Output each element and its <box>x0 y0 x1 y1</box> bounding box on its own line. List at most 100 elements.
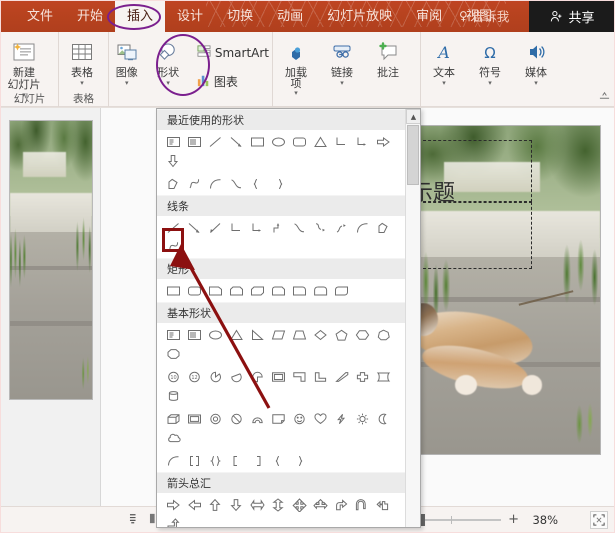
chevron-down-icon[interactable]: ▾ <box>166 80 170 87</box>
scroll-up-arrow-icon[interactable]: ▲ <box>406 109 420 124</box>
slide-thumbnail-pane[interactable] <box>1 108 101 508</box>
slide-canvas[interactable]: 示题 <box>413 125 601 455</box>
shape-curve3-icon[interactable] <box>331 218 352 237</box>
shapes-gallery-dropdown[interactable]: 最近使用的形状线条矩形基本形状1012箭头总汇公式形状流程图 ▲ <box>156 108 421 528</box>
chevron-down-icon[interactable]: ▾ <box>294 90 298 97</box>
shape-ellipse-icon[interactable] <box>205 325 226 344</box>
shape-smileyFace-icon[interactable] <box>289 409 310 428</box>
shape-freeform-icon[interactable] <box>163 174 184 193</box>
shape-arrow-icon[interactable] <box>226 132 247 151</box>
shape-lbrace-icon[interactable] <box>247 174 268 193</box>
shape-blockArc-icon[interactable] <box>247 409 268 428</box>
shape-sun-icon[interactable] <box>352 409 373 428</box>
zoom-slider-thumb[interactable] <box>421 514 426 526</box>
link-button[interactable]: 链接 ▾ <box>319 37 365 87</box>
shape-leftBracket-icon[interactable] <box>226 451 247 470</box>
shape-leftArrow-icon[interactable] <box>184 495 205 514</box>
shape-lightningBolt-icon[interactable] <box>331 409 352 428</box>
shape-corner-icon[interactable] <box>289 367 310 386</box>
shape-round1rect-icon[interactable] <box>289 281 310 300</box>
shape-heptagon-icon[interactable] <box>373 325 394 344</box>
ribbon-tab-0[interactable]: 文件 <box>15 1 65 32</box>
shape-rightarrow-icon[interactable] <box>373 132 394 151</box>
shape-triangle-icon[interactable] <box>310 132 331 151</box>
shape-bevel-icon[interactable] <box>184 409 205 428</box>
shape-rightBracket-icon[interactable] <box>247 451 268 470</box>
shape-arrow-icon[interactable] <box>184 218 205 237</box>
shapes-gallery-scrollbar[interactable]: ▲ <box>405 109 420 527</box>
chevron-down-icon[interactable]: ▾ <box>534 80 538 87</box>
shape-scribble-icon[interactable] <box>184 174 205 193</box>
shapes-button[interactable]: 形状 ▾ <box>150 37 185 87</box>
shape-upDownArrow-icon[interactable] <box>268 495 289 514</box>
shape-elbow2-icon[interactable] <box>352 132 373 151</box>
table-button[interactable]: 表格 ▾ <box>59 37 105 87</box>
shape-plaque-icon[interactable] <box>373 367 394 386</box>
shape-rightBrace-icon[interactable] <box>289 451 310 470</box>
text-button[interactable]: A 文本 ▾ <box>421 37 467 87</box>
shape-rbrace-icon[interactable] <box>268 174 289 193</box>
chevron-down-icon[interactable]: ▾ <box>125 80 129 87</box>
shape-lshape-icon[interactable] <box>310 367 331 386</box>
chevron-down-icon[interactable]: ▾ <box>80 80 84 87</box>
shape-curve2-icon[interactable] <box>310 218 331 237</box>
shape-bracePair-icon[interactable] <box>205 451 226 470</box>
shape-arc-icon[interactable] <box>205 174 226 193</box>
ribbon-tab-2[interactable]: 插入 <box>115 1 166 32</box>
shape-upArrow-icon[interactable] <box>205 495 226 514</box>
shape-bentArrow-icon[interactable] <box>331 495 352 514</box>
shape-rect-icon[interactable] <box>247 132 268 151</box>
shape-vtextbox-icon[interactable] <box>184 132 205 151</box>
shape-leftUpArrow-icon[interactable] <box>373 495 394 514</box>
images-button[interactable]: 图像 ▾ <box>109 37 144 87</box>
shape-line-icon[interactable] <box>205 132 226 151</box>
shape-trapezoid-icon[interactable] <box>289 325 310 344</box>
share-button[interactable]: 共享 <box>529 1 614 32</box>
shape-curve-icon[interactable] <box>289 218 310 237</box>
shape-hexagon-icon[interactable] <box>352 325 373 344</box>
shape-rightArrow-icon[interactable] <box>163 495 184 514</box>
shape-round2diagrect-icon[interactable] <box>331 281 352 300</box>
comment-button[interactable]: 批注 <box>365 37 411 79</box>
shape-textbox-icon[interactable] <box>163 132 184 151</box>
shape-quadArrow-icon[interactable] <box>289 495 310 514</box>
shape-textbox-icon[interactable] <box>163 325 184 344</box>
shape-snip2diagrect-icon[interactable] <box>247 281 268 300</box>
shape-dodecagon-icon[interactable]: 12 <box>184 367 205 386</box>
shape-octagon-icon[interactable] <box>163 344 184 363</box>
shape-elbow-icon[interactable] <box>331 132 352 151</box>
shape-snip2samerect-icon[interactable] <box>226 281 247 300</box>
shape-pentagon-icon[interactable] <box>331 325 352 344</box>
chevron-down-icon[interactable]: ▾ <box>340 80 344 87</box>
ribbon-tab-3[interactable]: 设计 <box>165 1 215 32</box>
ribbon-tab-4[interactable]: 切换 <box>215 1 265 32</box>
shape-bentUpArrow-icon[interactable] <box>163 514 184 527</box>
media-button[interactable]: 媒体 ▾ <box>513 37 559 87</box>
shape-chord-icon[interactable] <box>226 367 247 386</box>
shape-leftRightUpArrow-icon[interactable] <box>310 495 331 514</box>
smartart-button[interactable]: SmartArt <box>194 43 272 63</box>
shape-ellipse-icon[interactable] <box>268 132 289 151</box>
shape-curve-icon[interactable] <box>226 174 247 193</box>
shape-teardrop-icon[interactable] <box>247 367 268 386</box>
shape-cloud-icon[interactable] <box>163 428 184 447</box>
chevron-down-icon[interactable]: ▾ <box>488 80 492 87</box>
shape-leftBrace-icon[interactable] <box>268 451 289 470</box>
shape-leftRightArrow-icon[interactable] <box>247 495 268 514</box>
shape-noSmoking-icon[interactable] <box>226 409 247 428</box>
ribbon-tab-6[interactable]: 幻灯片放映 <box>315 1 404 32</box>
chart-button[interactable]: 图表 <box>194 71 272 92</box>
symbol-button[interactable]: Ω 符号 ▾ <box>467 37 513 87</box>
shape-sniproundrect-icon[interactable] <box>268 281 289 300</box>
shape-freeform-icon[interactable] <box>373 218 394 237</box>
ribbon-tab-7[interactable]: 审阅 <box>404 1 454 32</box>
shape-roundrect-icon[interactable] <box>184 281 205 300</box>
shape-donut-icon[interactable] <box>205 409 226 428</box>
shape-arc-icon[interactable] <box>163 451 184 470</box>
tell-me-box[interactable]: ♀ 告诉我 <box>459 1 509 32</box>
subtitle-placeholder[interactable] <box>418 202 532 269</box>
shape-parallelogram-icon[interactable] <box>268 325 289 344</box>
shape-uturnArrow-icon[interactable] <box>352 495 373 514</box>
shape-rect-icon[interactable] <box>163 281 184 300</box>
fit-slide-button[interactable] <box>590 511 608 529</box>
